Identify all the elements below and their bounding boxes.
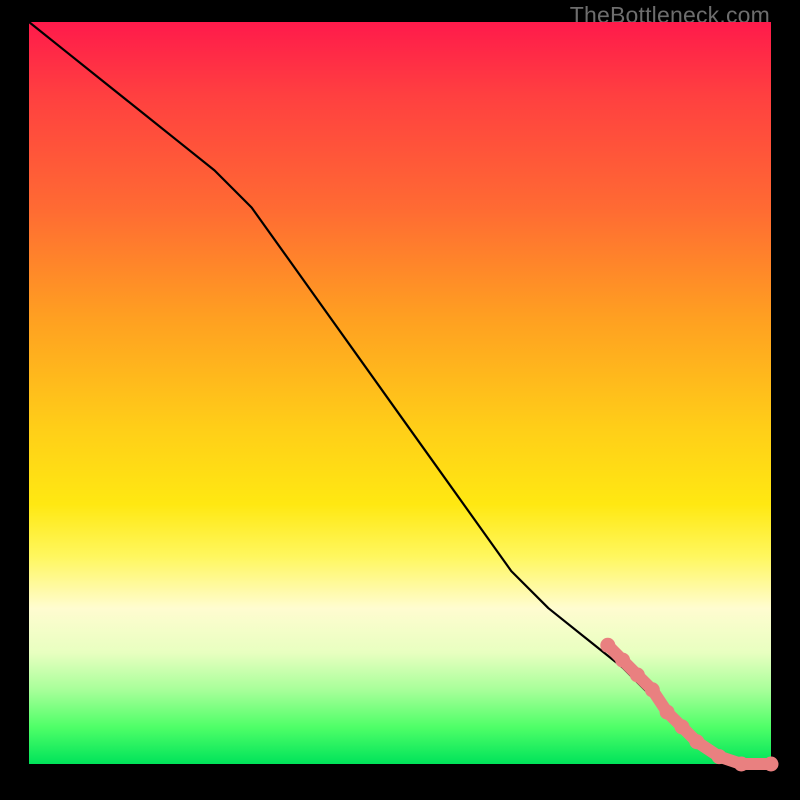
- highlight-point: [734, 757, 748, 771]
- highlight-point: [645, 683, 659, 697]
- highlight-point: [764, 757, 778, 771]
- bottleneck-curve-line: [29, 22, 771, 764]
- chart-svg: [29, 22, 771, 764]
- highlight-point: [630, 668, 644, 682]
- highlight-point: [616, 653, 630, 667]
- highlight-segments: [608, 645, 771, 764]
- highlight-points: [601, 638, 778, 771]
- highlight-point: [675, 720, 689, 734]
- highlight-point: [712, 750, 726, 764]
- highlight-point: [601, 638, 615, 652]
- highlight-point: [690, 735, 704, 749]
- highlight-point: [660, 705, 674, 719]
- plot-area: [29, 22, 771, 764]
- chart-frame: TheBottleneck.com: [0, 0, 800, 800]
